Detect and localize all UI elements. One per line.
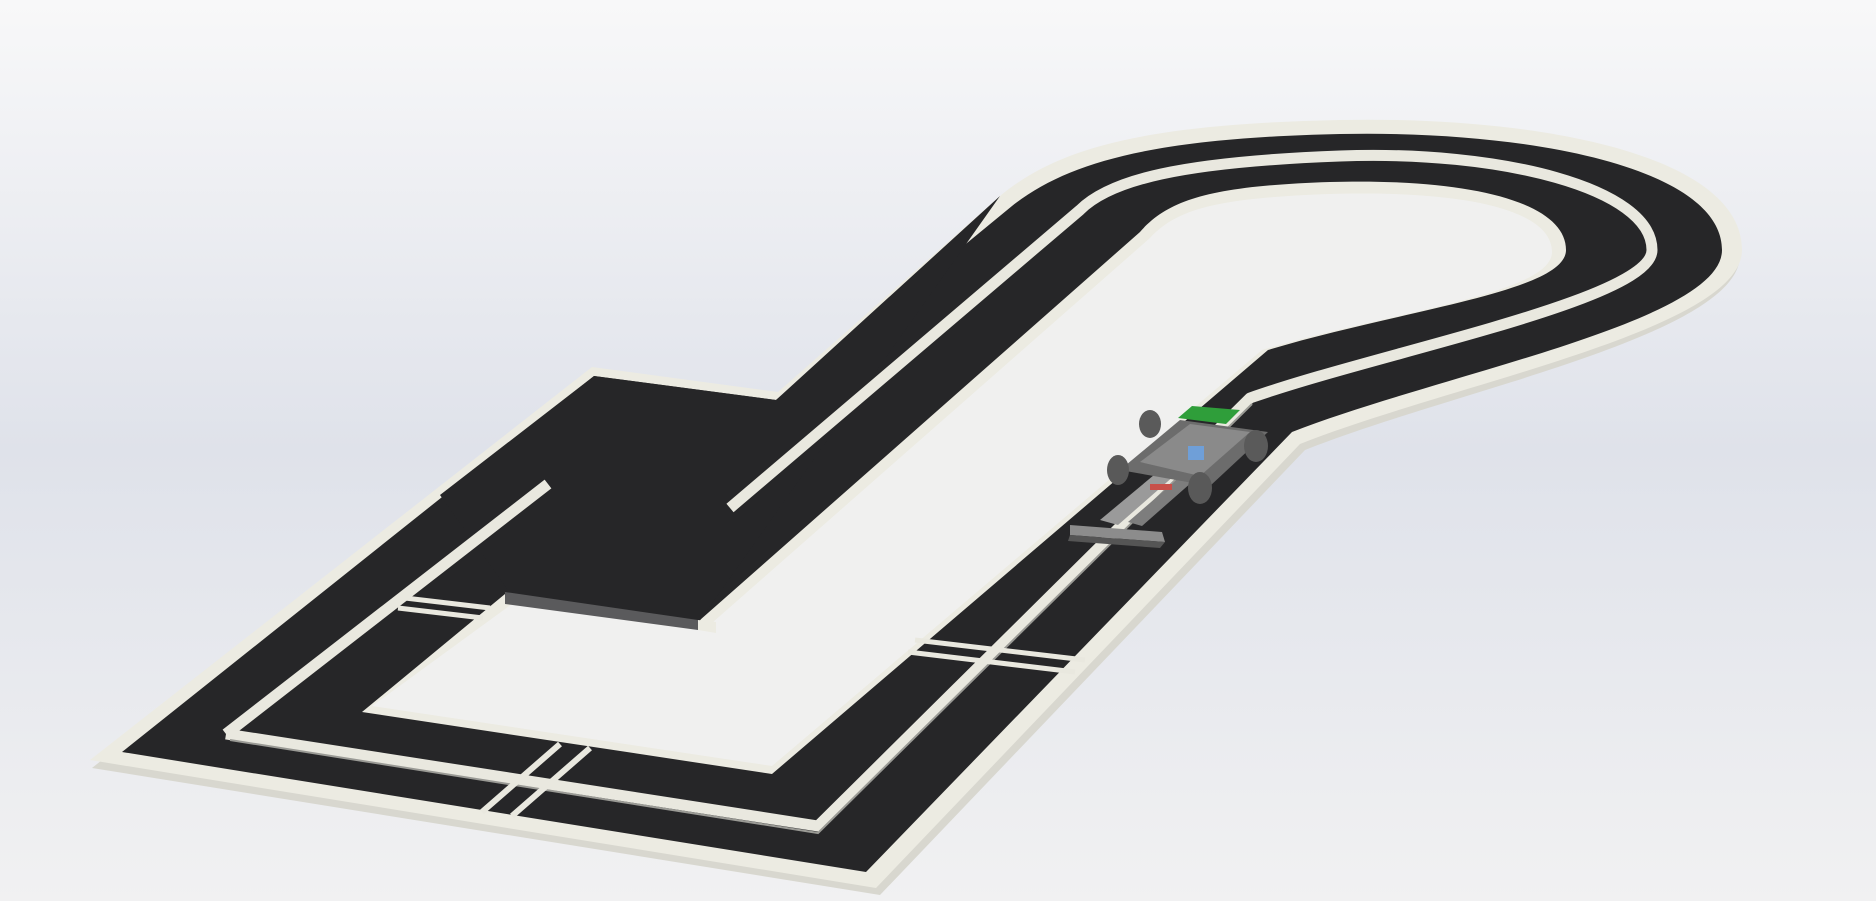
robot-wheel-front-right xyxy=(1188,472,1212,504)
robot-blue-part xyxy=(1188,446,1204,460)
robot-wheel-front-left xyxy=(1107,455,1129,485)
robot-wheel-rear-left xyxy=(1139,410,1161,438)
robot-red-part xyxy=(1150,484,1172,490)
track-render-scene xyxy=(0,0,1876,901)
robot-wheel-rear-right xyxy=(1244,430,1268,462)
